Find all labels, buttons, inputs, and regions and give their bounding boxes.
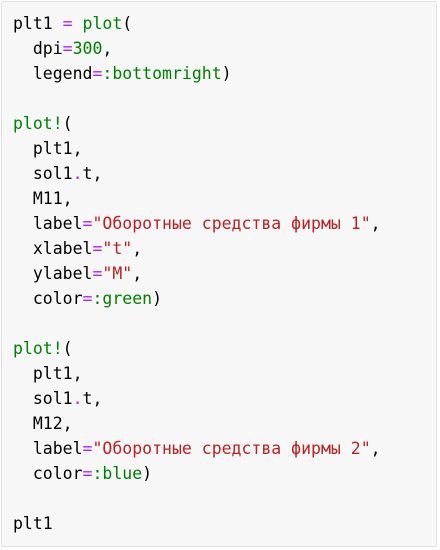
code-token-plain: , [370,214,381,233]
code-token-plain: , [132,264,143,283]
code-token-plain: ) [152,289,163,308]
code-token-sym: :green [92,289,153,308]
code-token-plain: plt1 [13,514,53,533]
code-token-plain: label [13,214,83,233]
code-token-plain: M11, [13,189,73,208]
code-line: plot!( [13,336,381,361]
code-token-op: = [82,289,93,308]
code-cell[interactable]: plt1 = plot( dpi=300, legend=:bottomrigh… [1,1,437,547]
code-line: sol1.t, [13,386,381,411]
code-token-plain: ) [142,464,153,483]
code-token-op: = [82,439,93,458]
code-token-plain: t, [82,164,103,183]
code-line: plt1, [13,361,381,386]
code-token-sym: :blue [92,464,143,483]
code-token-str: "Оборотные средства фирмы 2" [92,439,371,458]
code-token-plain: legend [13,64,93,83]
code-line: xlabel="t", [13,236,381,261]
code-token-op: = [82,464,93,483]
code-token-plain: , [102,39,113,58]
code-token-plain: t, [82,389,103,408]
code-line: plt1, [13,136,381,161]
code-token-plain: , [370,439,381,458]
code-token-op: = [62,14,73,33]
code-token-fn: plot! [13,339,63,358]
code-line: M12, [13,411,381,436]
code-token-plain: label [13,439,83,458]
code-token-str: "M" [102,264,133,283]
code-token-plain: plt1, [13,139,83,158]
code-editor[interactable]: plt1 = plot( dpi=300, legend=:bottomrigh… [13,11,381,536]
code-line: legend=:bottomright) [13,61,381,86]
code-token-plain: plt1 [13,14,63,33]
code-token-plain: sol1 [13,389,73,408]
code-line: plt1 [13,511,381,536]
code-token-plain: ( [62,339,73,358]
code-token-plain: plt1, [13,364,83,383]
code-token-plain: color [13,289,83,308]
code-line: sol1.t, [13,161,381,186]
code-token-num: 300 [72,39,103,58]
code-token-fn: plot [82,14,123,33]
code-token-plain: , [132,239,143,258]
code-token-str: "t" [102,239,133,258]
code-token-plain: color [13,464,83,483]
code-token-plain: ( [122,14,133,33]
code-token-sym: :bottomright [102,64,222,83]
code-line: label="Оборотные средства фирмы 2", [13,436,381,461]
code-token-op: = [92,239,103,258]
code-line: color=:blue) [13,461,381,486]
code-token-op: = [92,264,103,283]
code-line: label="Оборотные средства фирмы 1", [13,211,381,236]
code-line: color=:green) [13,286,381,311]
code-token-fn: plot! [13,114,63,133]
code-token-plain: M12, [13,414,73,433]
code-token-op: = [92,64,103,83]
code-line: M11, [13,186,381,211]
code-token-op: = [62,39,73,58]
code-token-op: = [82,214,93,233]
code-line: ylabel="M", [13,261,381,286]
code-token-plain: ( [62,114,73,133]
code-token-plain: sol1 [13,164,73,183]
code-token-op: . [72,164,83,183]
code-token-plain: ylabel [13,264,93,283]
code-line: dpi=300, [13,36,381,61]
code-token-plain: dpi [13,39,63,58]
code-token-plain: xlabel [13,239,93,258]
code-token-str: "Оборотные средства фирмы 1" [92,214,371,233]
code-line: plt1 = plot( [13,11,381,36]
code-token-plain: ) [221,64,232,83]
code-line: plot!( [13,111,381,136]
code-token-op: . [72,389,83,408]
